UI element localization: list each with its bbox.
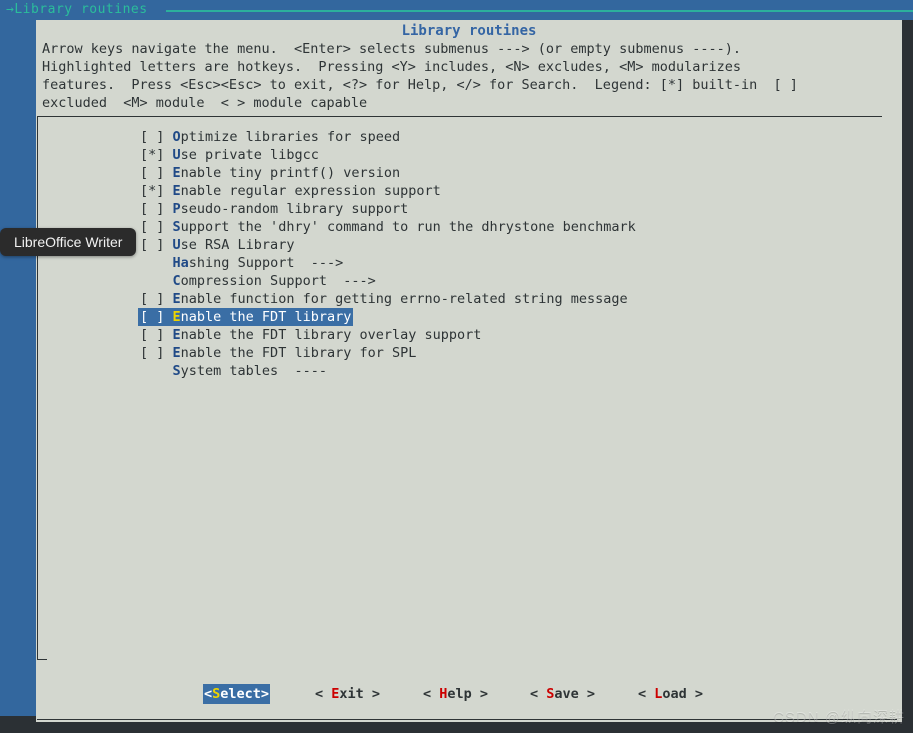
button-bracket-left: < bbox=[204, 686, 213, 702]
menu-item-hotkey: U bbox=[172, 147, 181, 163]
menu-item-label: ystem tables ---- bbox=[180, 363, 327, 379]
menu-item[interactable]: [*] Enable regular expression support bbox=[138, 182, 443, 200]
menu-item[interactable]: [ ] Enable the FDT library bbox=[138, 308, 354, 326]
dialog-button-help[interactable]: < Help > bbox=[422, 684, 489, 704]
menu-item-hotkey: a bbox=[180, 255, 189, 271]
menu-item-hotkey: E bbox=[172, 327, 181, 343]
menu-item-hotkey: E bbox=[172, 183, 181, 199]
menu-item-label: nable the FDT library overlay support bbox=[180, 327, 482, 343]
menu-item-checkbox bbox=[140, 363, 173, 379]
dialog-button-bar[interactable]: <Select> < Exit > < Help > < Save > < Load > bbox=[36, 684, 902, 708]
menu-item[interactable]: [ ] Use RSA Library bbox=[138, 236, 296, 254]
button-label: ave > bbox=[554, 686, 596, 702]
menu-item-hotkey: P bbox=[172, 201, 181, 217]
dialog-button-exit[interactable]: < Exit > bbox=[314, 684, 381, 704]
menu-item[interactable]: [ ] Enable function for getting errno-re… bbox=[138, 290, 630, 308]
menu-item-hotkey: S bbox=[172, 363, 181, 379]
menu-item[interactable]: [ ] Enable the FDT library for SPL bbox=[138, 344, 418, 362]
menu-item-checkbox: [ ] bbox=[140, 129, 173, 145]
menu-item[interactable]: Compression Support ---> bbox=[138, 272, 378, 290]
button-label: xit > bbox=[339, 686, 381, 702]
menu-item-label: ompression Support ---> bbox=[180, 273, 376, 289]
dialog-button-load[interactable]: < Load > bbox=[637, 684, 704, 704]
menu-item[interactable]: [ ] Optimize libraries for speed bbox=[138, 128, 402, 146]
menu-item-checkbox: [ ] bbox=[140, 201, 173, 217]
menu-item-label: nable tiny printf() version bbox=[180, 165, 401, 181]
button-label: elect> bbox=[220, 686, 270, 702]
menu-item-checkbox: [ ] bbox=[140, 165, 173, 181]
button-bracket-left: < bbox=[638, 686, 655, 702]
menu-item-checkbox: [ ] bbox=[140, 327, 173, 343]
menu-item-hotkey: E bbox=[172, 291, 181, 307]
menu-item-hotkey: C bbox=[172, 273, 181, 289]
menu-item-checkbox: [ ] bbox=[140, 345, 173, 361]
menu-item-hotkey: U bbox=[172, 237, 181, 253]
button-label: elp > bbox=[447, 686, 489, 702]
menu-item-hotkey: H bbox=[172, 255, 181, 271]
button-bracket-left: < bbox=[315, 686, 332, 702]
menu-item-hotkey: O bbox=[172, 129, 181, 145]
menu-item-checkbox: [*] bbox=[140, 147, 173, 163]
dialog-bottom-separator bbox=[37, 719, 897, 720]
unity-launcher-bar[interactable] bbox=[0, 0, 36, 716]
menu-item-checkbox: [ ] bbox=[140, 309, 173, 325]
menu-item-label: shing Support ---> bbox=[188, 255, 344, 271]
desktop-background: →Library routines Library routines Arrow… bbox=[0, 0, 913, 733]
menu-item[interactable]: Hashing Support ---> bbox=[138, 254, 345, 272]
menu-item-hotkey: E bbox=[172, 345, 181, 361]
menu-item-label: se RSA Library bbox=[180, 237, 295, 253]
menu-item[interactable]: [ ] Pseudo-random library support bbox=[138, 200, 410, 218]
watermark-text: CSDN @纵向深耕 bbox=[773, 709, 905, 726]
dialog-help-text: Arrow keys navigate the menu. <Enter> se… bbox=[42, 41, 798, 111]
menu-item-checkbox: [ ] bbox=[140, 237, 173, 253]
menu-item[interactable]: [ ] Enable the FDT library overlay suppo… bbox=[138, 326, 483, 344]
menu-item-label: seudo-random library support bbox=[180, 201, 409, 217]
menu-item[interactable]: [*] Use private libgcc bbox=[138, 146, 321, 164]
button-bracket-left: < bbox=[530, 686, 547, 702]
menu-item-label: nable the FDT library for SPL bbox=[180, 345, 417, 361]
menu-item-label: nable function for getting errno-related… bbox=[180, 291, 628, 307]
window-title-bar: →Library routines bbox=[0, 0, 913, 20]
menu-item-checkbox bbox=[140, 273, 173, 289]
dialog-title: Library routines bbox=[401, 23, 537, 39]
menu-item-label: upport the 'dhry' command to run the dhr… bbox=[180, 219, 636, 235]
menu-item-checkbox: [ ] bbox=[140, 219, 173, 235]
menu-item-hotkey: E bbox=[172, 165, 181, 181]
menu-item[interactable]: [ ] Enable tiny printf() version bbox=[138, 164, 402, 182]
menu-item[interactable]: [ ] Support the 'dhry' command to run th… bbox=[138, 218, 638, 236]
menu-item-label: nable the FDT library bbox=[180, 309, 352, 325]
menu-item-label: ptimize libraries for speed bbox=[180, 129, 401, 145]
menu-item-hotkey: S bbox=[172, 219, 181, 235]
menu-item-checkbox bbox=[140, 255, 173, 271]
menu-item[interactable]: System tables ---- bbox=[138, 362, 329, 380]
button-bracket-left: < bbox=[423, 686, 440, 702]
menu-item-checkbox: [*] bbox=[140, 183, 173, 199]
menu-item-checkbox: [ ] bbox=[140, 291, 173, 307]
menu-item-hotkey: E bbox=[172, 309, 181, 325]
dialog-button-select[interactable]: <Select> bbox=[203, 684, 271, 704]
button-label: oad > bbox=[662, 686, 704, 702]
menuconfig-dialog: Library routines Arrow keys navigate the… bbox=[36, 20, 902, 722]
window-title-text: →Library routines bbox=[6, 2, 148, 17]
menu-item-label: nable regular expression support bbox=[180, 183, 441, 199]
launcher-tooltip: LibreOffice Writer bbox=[0, 228, 137, 256]
menu-item-label: se private libgcc bbox=[180, 147, 319, 163]
dialog-button-save[interactable]: < Save > bbox=[529, 684, 596, 704]
menu-list[interactable]: [ ] Optimize libraries for speed [*] Use … bbox=[138, 128, 880, 380]
window-title-rule bbox=[166, 10, 913, 12]
